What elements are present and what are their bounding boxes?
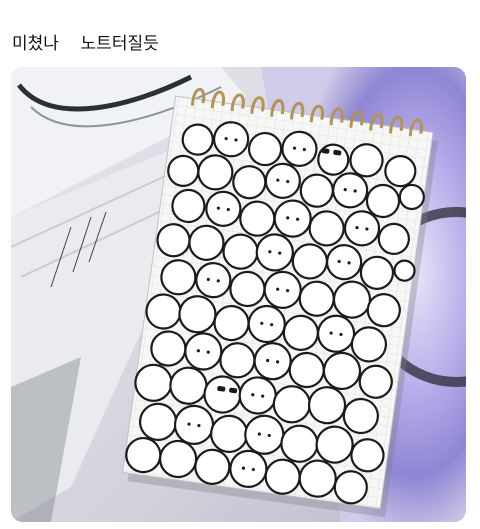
spiral-notebook [122,87,438,518]
post-text: 미쳤나 노트터질듯 [12,34,159,54]
post-photo[interactable]: ART [11,67,466,522]
photo-notebook-drawing: ART [11,67,466,522]
